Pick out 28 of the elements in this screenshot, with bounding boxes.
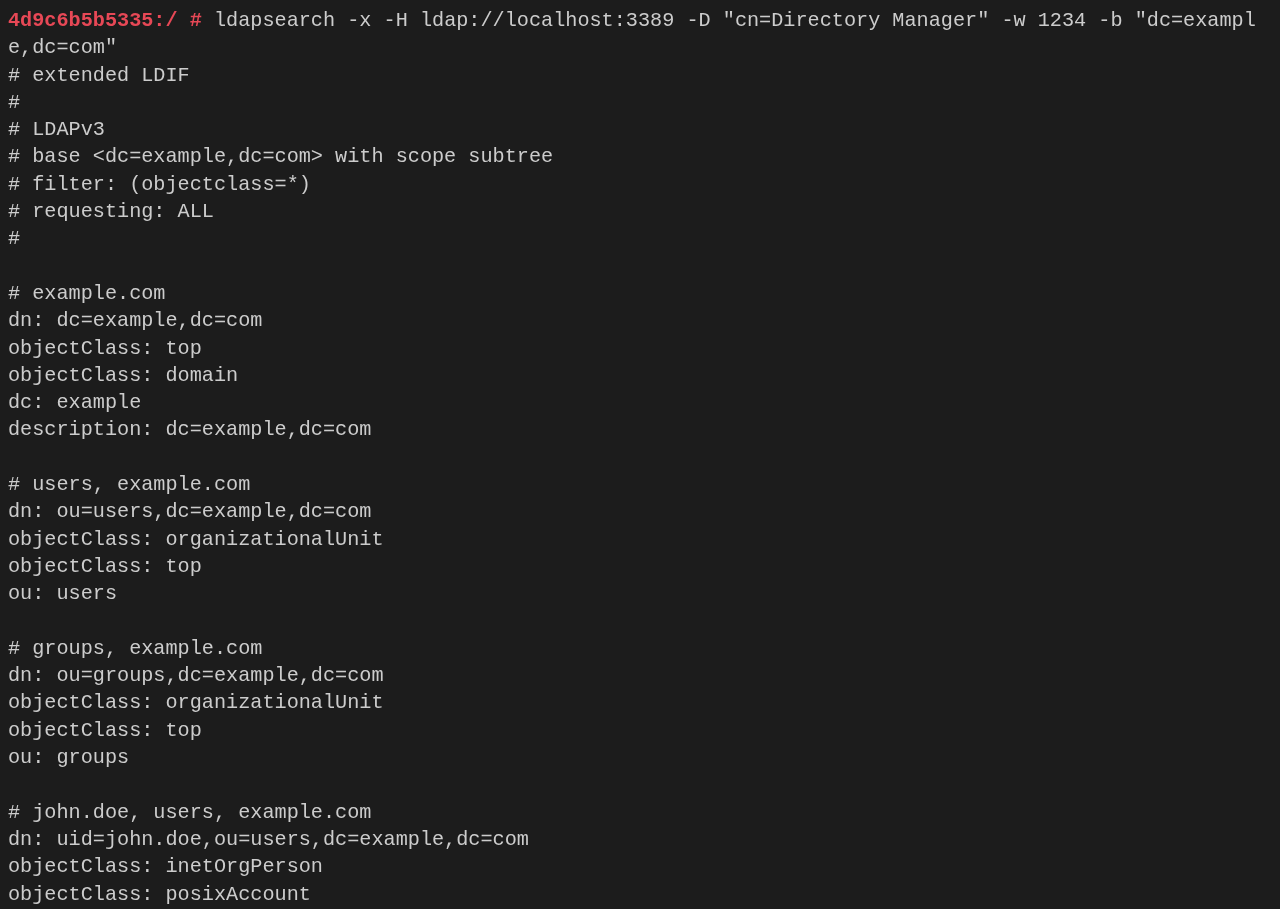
output-line: ou: groups (8, 746, 130, 769)
output-line: # requesting: ALL (8, 200, 214, 224)
output-line: # john.doe, users, example.com (8, 800, 372, 824)
command-line: 4d9c6b5b5335:/ # ldapsearch -x -H ldap://localhost:3389 -D "cn=Directory Manager" -w 1234 -b "dc=example,dc=com" (8, 8, 1257, 62)
output-line: # groups, example.com (8, 636, 263, 660)
output-line: # users, example.com (8, 473, 251, 497)
output-line: objectClass: organizationalUnit (8, 527, 384, 551)
output-line: objectClass: inetOrgPerson (8, 855, 323, 879)
output-line: dn: uid=john.doe,ou=users,dc=example,dc=com (8, 827, 529, 851)
output-line: # filter: (objectclass=*) (8, 172, 311, 196)
output-line: objectClass: top (8, 718, 202, 742)
output-line: objectClass: top (8, 554, 202, 578)
output-line: # extended LDIF (8, 63, 190, 87)
output-line: # (8, 90, 21, 114)
output-line: objectClass: organizationalUnit (8, 691, 384, 715)
output-line: ou: users (8, 582, 118, 606)
output-line: objectClass: top (8, 336, 202, 360)
output-line: dc: example (8, 391, 142, 415)
output-line: # (8, 227, 21, 251)
output-line: dn: dc=example,dc=com (8, 309, 263, 333)
output-line: objectClass: posixAccount (8, 882, 311, 906)
output-line: # example.com (8, 281, 166, 305)
output-line: dn: ou=groups,dc=example,dc=com (8, 664, 384, 688)
output-line: description: dc=example,dc=com (8, 418, 372, 442)
output-line: # LDAPv3 (8, 118, 105, 142)
output-line: dn: ou=users,dc=example,dc=com (8, 500, 372, 524)
output-line: # base <dc=example,dc=com> with scope subtree (8, 145, 554, 169)
output-line: objectClass: domain (8, 363, 239, 387)
